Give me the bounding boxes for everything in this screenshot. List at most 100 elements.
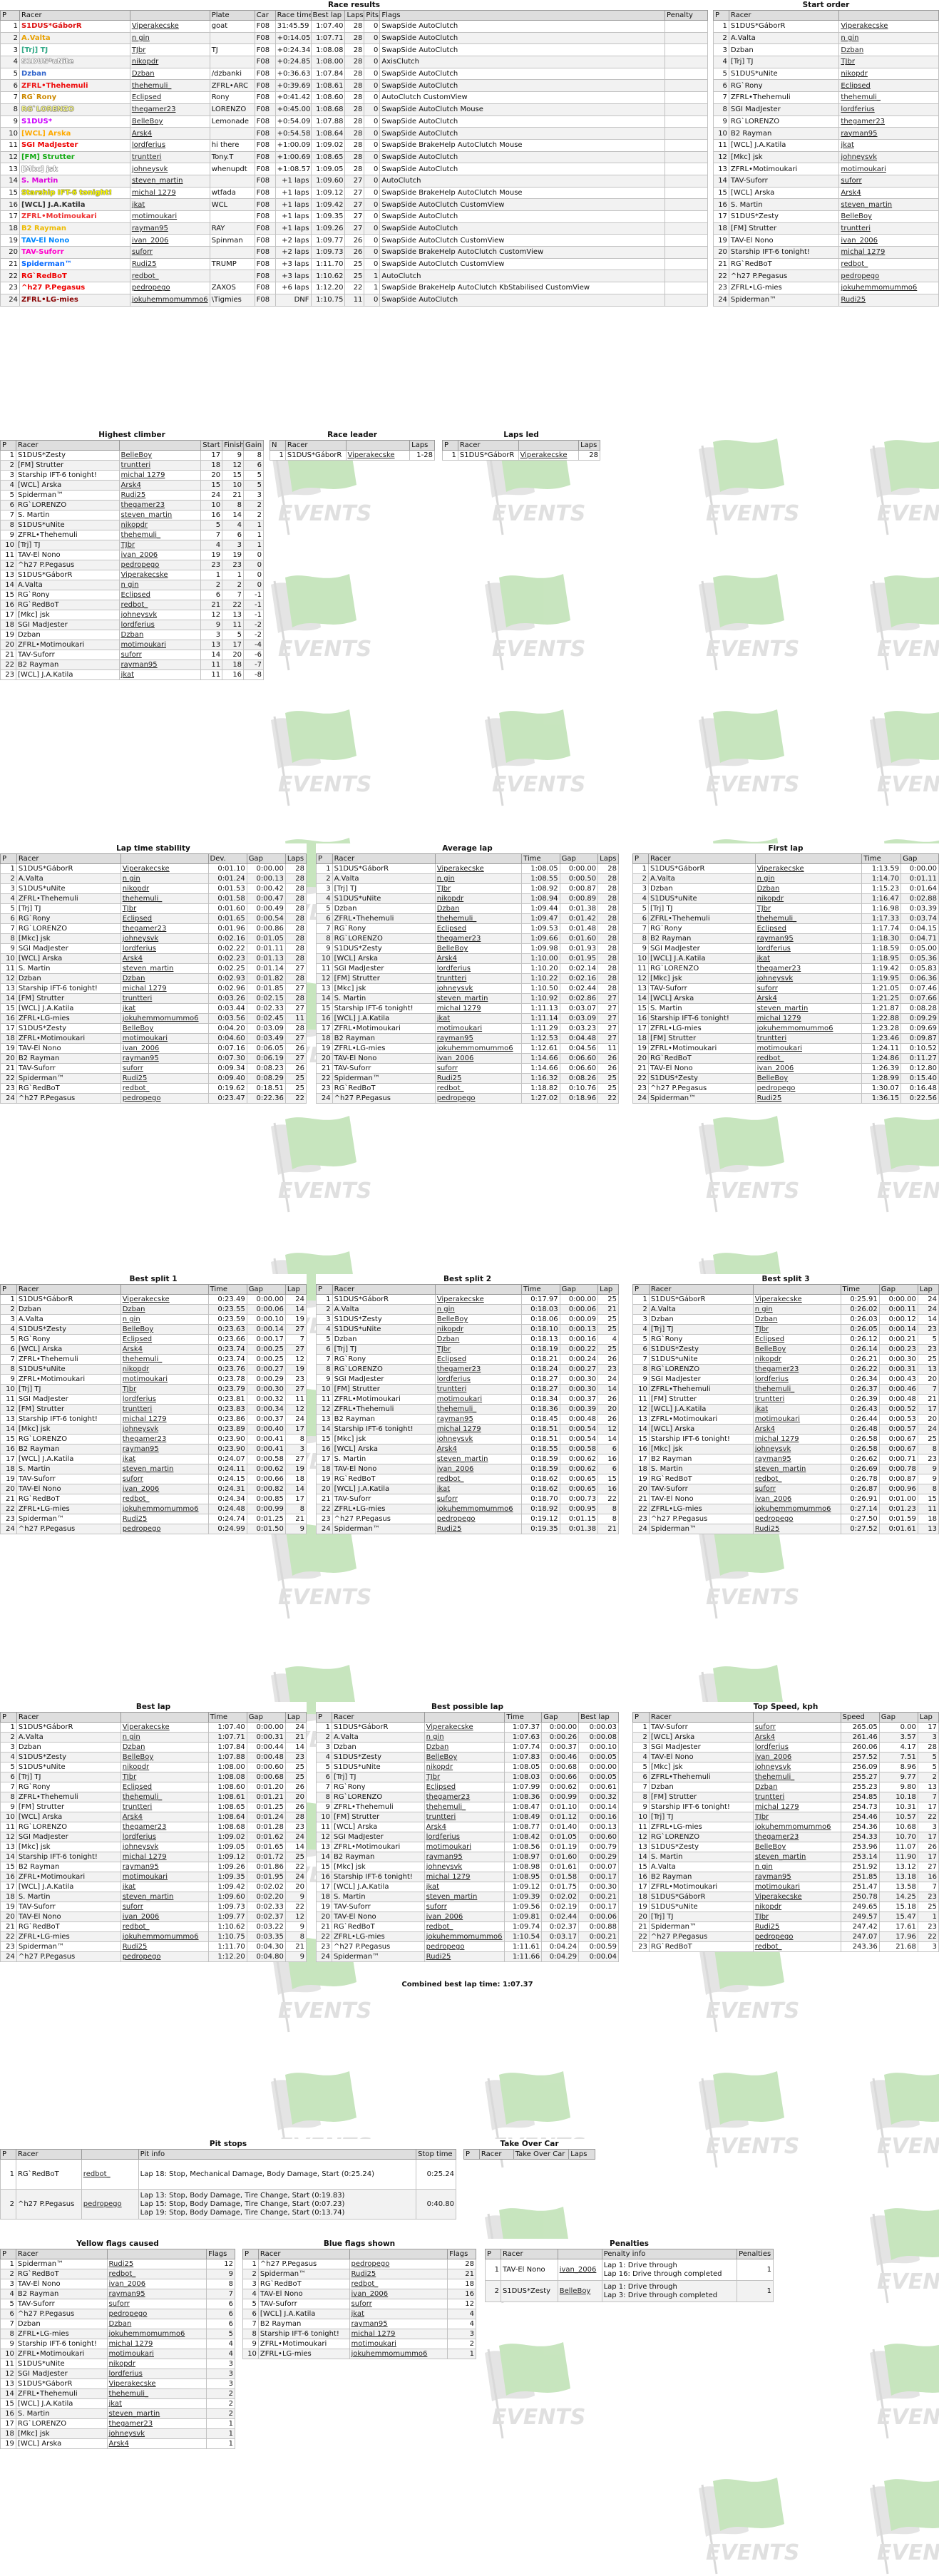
username-link[interactable]: thegamer23 [754, 963, 863, 974]
username-link[interactable]: thehemuli_ [129, 79, 210, 93]
username-link[interactable]: redbot_ [754, 1053, 863, 1064]
username-link[interactable]: thegamer23 [120, 923, 209, 934]
username-link[interactable]: Rudi25 [118, 490, 202, 501]
username-link[interactable]: steven_martin [754, 1003, 863, 1014]
username-link[interactable]: n gin [120, 1732, 209, 1743]
username-link[interactable]: n gin [424, 1732, 506, 1743]
username-link[interactable]: michal 1279 [424, 1872, 506, 1882]
username-link[interactable]: pedropego [120, 1951, 209, 1962]
username-link[interactable]: motimoukari [838, 163, 939, 175]
username-link[interactable]: Dzban [120, 1742, 209, 1753]
username-link[interactable]: pedropego [120, 1524, 209, 1534]
username-link[interactable]: Rudi25 [120, 1073, 209, 1084]
username-link[interactable]: redbot_ [434, 1083, 523, 1094]
username-link[interactable]: Eclipsed [424, 1782, 506, 1792]
username-link[interactable]: Dzban [754, 883, 863, 894]
username-link[interactable]: thehemuli_ [434, 1404, 523, 1415]
username-link[interactable]: redbot_ [752, 1474, 841, 1484]
username-link[interactable]: lordferius [754, 943, 863, 954]
username-link[interactable]: motimoukari [118, 640, 202, 650]
username-link[interactable]: BelleBoy [118, 450, 202, 461]
username-link[interactable]: nikopdr [752, 1902, 841, 1912]
username-link[interactable]: n gin [754, 873, 863, 884]
username-link[interactable]: johneysvk [752, 1444, 841, 1454]
username-link[interactable]: Eclipsed [120, 913, 209, 924]
username-link[interactable]: ivan_2006 [120, 1912, 209, 1922]
username-link[interactable]: rayman95 [434, 1414, 523, 1425]
username-link[interactable]: johneysvk [120, 1842, 209, 1852]
username-link[interactable]: Rudi25 [424, 1951, 506, 1962]
username-link[interactable]: Dzban [120, 1304, 209, 1315]
username-link[interactable]: suforr [129, 246, 210, 259]
username-link[interactable]: BelleBoy [557, 2280, 602, 2302]
username-link[interactable]: pedropego [118, 560, 202, 570]
username-link[interactable]: michal 1279 [120, 1852, 209, 1862]
username-link[interactable]: pedropego [106, 2309, 207, 2319]
username-link[interactable]: lordferius [752, 1374, 841, 1385]
username-link[interactable]: suforr [434, 1063, 523, 1074]
username-link[interactable]: thehemuli_ [120, 1792, 209, 1802]
username-link[interactable]: rayman95 [120, 1444, 209, 1454]
username-link[interactable]: rayman95 [838, 127, 939, 140]
username-link[interactable]: lordferius [120, 943, 209, 954]
username-link[interactable]: steven_martin [752, 1852, 841, 1862]
username-link[interactable]: steven_martin [120, 1464, 209, 1474]
username-link[interactable]: jokuhemmomummo6 [349, 2349, 448, 2359]
username-link[interactable]: jkat [754, 953, 863, 964]
username-link[interactable]: lordferius [752, 1742, 841, 1753]
username-link[interactable]: michal 1279 [129, 186, 210, 200]
username-link[interactable]: nikopdr [434, 893, 523, 904]
username-link[interactable]: n gin [752, 1862, 841, 1872]
username-link[interactable]: michal 1279 [349, 2329, 448, 2339]
username-link[interactable]: jokuhemmomummo6 [752, 1504, 841, 1514]
username-link[interactable]: Arsk4 [752, 1732, 841, 1743]
username-link[interactable]: Rudi25 [752, 1921, 841, 1932]
username-link[interactable]: truntteri [120, 1404, 209, 1415]
username-link[interactable]: steven_martin [434, 993, 523, 1004]
username-link[interactable]: Eclipsed [434, 1354, 523, 1365]
username-link[interactable]: Eclipsed [754, 923, 863, 934]
username-link[interactable]: jokuhemmomummo6 [754, 1023, 863, 1034]
username-link[interactable]: Dzban [752, 1782, 841, 1792]
username-link[interactable]: BelleBoy [754, 1073, 863, 1084]
username-link[interactable]: BelleBoy [434, 943, 523, 954]
username-link[interactable]: Eclipsed [752, 1334, 841, 1345]
username-link[interactable]: johneysvk [752, 1762, 841, 1772]
username-link[interactable]: nikopdr [129, 56, 210, 68]
username-link[interactable]: Rudi25 [752, 1524, 841, 1534]
username-link[interactable]: michal 1279 [434, 1424, 523, 1435]
username-link[interactable]: lordferius [120, 1394, 209, 1405]
username-link[interactable]: Rudi25 [106, 2259, 207, 2269]
username-link[interactable]: Viperakecske [345, 450, 411, 461]
username-link[interactable]: pedropego [752, 1514, 841, 1524]
username-link[interactable]: motimoukari [120, 1033, 209, 1044]
username-link[interactable]: suforr [120, 1063, 209, 1074]
username-link[interactable]: thegamer23 [434, 1364, 523, 1375]
username-link[interactable]: redbot_ [106, 2269, 207, 2279]
username-link[interactable]: Rudi25 [129, 257, 210, 271]
username-link[interactable]: TJbr [118, 540, 202, 550]
username-link[interactable]: Arsk4 [120, 1812, 209, 1822]
username-link[interactable]: motimoukari [754, 1043, 863, 1054]
username-link[interactable]: truntteri [118, 460, 202, 471]
username-link[interactable]: lordferius [118, 620, 202, 630]
username-link[interactable]: jkat [118, 669, 202, 680]
username-link[interactable]: ivan_2006 [424, 1912, 506, 1922]
username-link[interactable]: ivan_2006 [120, 1043, 209, 1054]
username-link[interactable]: jokuhemmomummo6 [424, 1931, 506, 1942]
username-link[interactable]: Arsk4 [754, 993, 863, 1004]
username-link[interactable]: motimoukari [120, 1872, 209, 1882]
username-link[interactable]: jkat [838, 138, 939, 152]
username-link[interactable]: Arsk4 [120, 953, 209, 964]
username-link[interactable]: michal 1279 [754, 1013, 863, 1024]
username-link[interactable]: nikopdr [118, 520, 202, 530]
username-link[interactable]: Rudi25 [754, 1093, 863, 1104]
username-link[interactable]: jkat [120, 1882, 209, 1892]
username-link[interactable]: Arsk4 [120, 1344, 209, 1355]
username-link[interactable]: jokuhemmomummo6 [434, 1043, 523, 1054]
username-link[interactable]: redbot_ [129, 270, 210, 283]
username-link[interactable]: truntteri [434, 973, 523, 984]
username-link[interactable]: ivan_2006 [106, 2279, 207, 2289]
username-link[interactable]: rayman95 [752, 1872, 841, 1882]
username-link[interactable]: redbot_ [120, 1921, 209, 1932]
